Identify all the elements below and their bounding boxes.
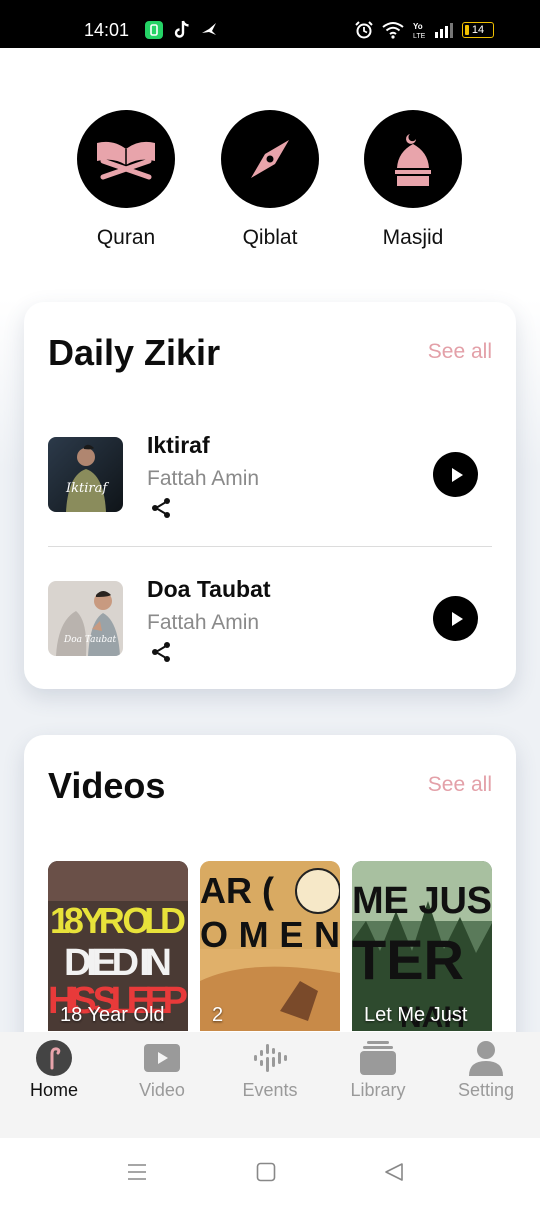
system-nav-bar [0,1138,540,1206]
alarm-icon [355,21,373,39]
play-button[interactable] [433,452,478,497]
shortcut-quran[interactable]: Quran [66,110,186,250]
compass-icon [251,140,289,178]
shortcut-label-quran: Quran [96,226,156,249]
video-thumbnail[interactable]: ME JUS TER NAH Let Me Just [352,861,492,1031]
status-time: 14:01 [84,20,130,40]
masjid-button[interactable] [364,110,462,208]
video-thumbnail[interactable]: AR ( OMEN 2 [200,861,340,1031]
video-caption: 2 [212,1004,224,1026]
zikir-thumbnail-script: Doa Taubat [64,635,117,645]
battery-icon: 14 [462,22,494,38]
nav-label-events: Events [242,1080,298,1100]
signal-icon [435,23,453,38]
library-stack-icon [360,1040,396,1076]
zikir-thumbnail: Iktiraf [48,437,123,512]
quran-button[interactable] [77,110,175,208]
home-square-icon[interactable] [256,1162,276,1182]
menu-icon[interactable] [127,1162,147,1182]
shortcut-masjid[interactable]: Masjid [353,110,473,250]
shortcut-label-masjid: Masjid [382,226,444,249]
qiblat-button[interactable] [221,110,319,208]
video-caption: Let Me Just [364,1004,468,1026]
nav-item-video[interactable]: Video [108,1032,216,1138]
zikir-title: Doa Taubat [147,576,271,602]
nav-label-video: Video [139,1080,185,1100]
svg-text:LTE: LTE [413,33,426,39]
video-thumb-text: DIED IN [64,942,172,984]
status-bar: 14:01 Yo LTE 14 [0,0,540,48]
video-thumbnail[interactable]: 18 YR OLD DIED IN HIS SLEEP 18 Year Old [48,861,188,1031]
nav-item-home[interactable]: Home [0,1032,108,1138]
video-thumb-text: TER [352,928,464,991]
nav-item-setting[interactable]: Setting [432,1032,540,1138]
home-logo-icon [36,1040,72,1076]
nav-label-library: Library [350,1080,406,1100]
video-play-icon [144,1040,180,1076]
play-button[interactable] [433,596,478,641]
mosque-icon [395,134,431,186]
bird-icon [202,23,216,35]
share-icon[interactable] [149,496,173,520]
zikir-divider [48,546,492,547]
open-book-icon [97,141,155,180]
status-system-icons: Yo LTE 14 [354,20,494,40]
video-thumb-text: ME JUS [352,880,492,922]
daily-zikir-see-all-link[interactable]: See all [428,340,492,364]
zikir-artist: Fattah Amin [147,611,260,634]
video-thumb-text: AR ( [200,870,274,911]
zikir-thumbnail-script: Iktiraf [66,481,108,496]
zikir-title: Iktiraf [147,432,210,458]
shortcut-qiblat[interactable]: Qiblat [210,110,330,250]
whatsapp-business-icon [145,21,163,39]
videos-see-all-link[interactable]: See all [428,773,492,797]
svg-text:Yo: Yo [413,22,423,31]
play-icon [451,611,463,626]
video-thumb-text: 18 YR OLD [50,900,186,941]
daily-zikir-card: Daily Zikir See all Iktiraf Iktiraf Fatt… [24,302,516,689]
share-icon[interactable] [149,640,173,664]
zikir-item[interactable]: Iktiraf Iktiraf Fattah Amin [48,432,492,537]
nav-item-library[interactable]: Library [324,1032,432,1138]
videos-card: Videos See all 18 YR OLD DIED IN HIS SLE… [24,735,516,1065]
volte-icon: Yo LTE [413,22,426,39]
zikir-item[interactable]: Doa Taubat Doa Taubat Fattah Amin [48,576,492,681]
back-triangle-icon[interactable] [384,1162,404,1182]
nav-label-setting: Setting [457,1080,515,1100]
zikir-artist: Fattah Amin [147,467,260,490]
videos-title: Videos [48,765,166,806]
nav-label-home: Home [29,1080,78,1100]
zikir-thumbnail: Doa Taubat [48,581,123,656]
bottom-nav: Home Video Events Library Setting [0,1032,540,1138]
nav-item-events[interactable]: Events [216,1032,324,1138]
video-caption: 18 Year Old [60,1004,165,1026]
shortcut-label-qiblat: Qiblat [242,226,298,249]
play-icon [451,467,463,482]
daily-zikir-title: Daily Zikir [48,332,221,373]
wifi-icon [382,22,404,39]
user-icon [468,1040,504,1076]
tiktok-icon [174,20,189,38]
audio-wave-icon [252,1040,288,1076]
status-notification-icons [144,20,218,40]
battery-level: 14 [471,24,485,36]
